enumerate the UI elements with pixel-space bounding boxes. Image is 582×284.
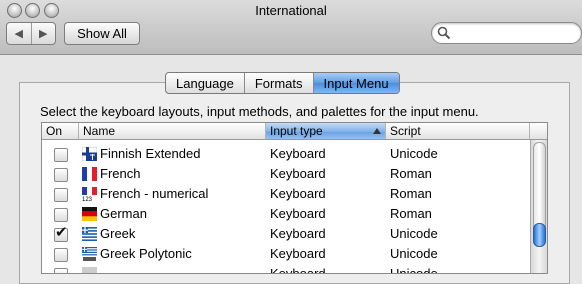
tab-formats[interactable]: Formats xyxy=(245,73,314,93)
row-input-type: Keyboard xyxy=(270,206,326,221)
search-icon xyxy=(437,26,451,40)
sort-ascending-icon xyxy=(373,128,381,134)
row-input-type: Keyboard xyxy=(270,186,326,201)
flag-partial-icon xyxy=(82,267,97,273)
enable-checkbox[interactable] xyxy=(54,248,68,262)
enable-checkbox[interactable] xyxy=(54,208,68,222)
enable-checkbox[interactable] xyxy=(54,168,68,182)
right-arrow-icon: ▶ xyxy=(39,28,48,40)
table-row[interactable]: Finnish Extended Keyboard Unicode xyxy=(42,144,530,164)
row-script: Unicode xyxy=(390,146,438,161)
vertical-scrollbar[interactable] xyxy=(530,140,547,273)
column-input-type-label: Input type xyxy=(270,124,323,138)
row-input-type: Keyboard xyxy=(270,146,326,161)
enable-checkbox[interactable] xyxy=(54,148,68,162)
search-input[interactable] xyxy=(454,25,578,42)
tab-language[interactable]: Language xyxy=(166,73,245,93)
row-script: Unicode xyxy=(390,226,438,241)
tab-input-menu[interactable]: Input Menu xyxy=(313,73,399,93)
back-button[interactable]: ◀ xyxy=(7,23,32,44)
flag-greece-polytonic-icon xyxy=(82,247,97,261)
column-input-type[interactable]: Input type xyxy=(266,123,386,139)
enable-checkbox[interactable]: ✔ xyxy=(54,224,68,242)
table-row[interactable]: French Keyboard Roman xyxy=(42,164,530,184)
column-on[interactable]: On xyxy=(42,123,79,139)
enable-checkbox[interactable] xyxy=(54,188,68,202)
search-field[interactable] xyxy=(431,22,582,44)
row-script: Roman xyxy=(390,166,432,181)
flag-greece-icon xyxy=(82,227,97,241)
left-arrow-icon: ◀ xyxy=(14,28,23,40)
flag-france-numerical-icon: 123 xyxy=(82,187,97,201)
input-sources-table: On Name Input type Script Finnish Extend… xyxy=(41,122,548,274)
table-row[interactable]: Greek Polytonic Keyboard Unicode xyxy=(42,244,530,264)
row-name: Finnish Extended xyxy=(100,146,201,161)
row-input-type: Keyboard xyxy=(270,226,326,241)
nav-buttons: ◀ ▶ xyxy=(6,22,56,45)
row-script: Roman xyxy=(390,186,432,201)
forward-button[interactable]: ▶ xyxy=(32,23,56,44)
table-row[interactable]: 123 French - numerical Keyboard Roman xyxy=(42,184,530,204)
row-name: German xyxy=(100,206,147,221)
table-row[interactable]: ✔ Greek Keyboard Unicode xyxy=(42,224,530,244)
row-script: Unicode xyxy=(390,266,438,274)
window-titlebar: International ◀ ▶ Show All xyxy=(0,0,582,55)
show-all-button[interactable]: Show All xyxy=(64,22,140,45)
row-script: Unicode xyxy=(390,246,438,261)
column-script[interactable]: Script xyxy=(386,123,530,139)
scrollbar-thumb[interactable] xyxy=(533,223,546,247)
row-name: Greek Polytonic xyxy=(100,246,192,261)
flag-finland-icon xyxy=(82,147,97,161)
tab-bar: Language Formats Input Menu xyxy=(165,72,400,94)
flag-france-icon xyxy=(82,167,97,181)
svg-text:123: 123 xyxy=(82,197,93,201)
row-input-type: Keyboard xyxy=(270,266,326,274)
flag-germany-icon xyxy=(82,207,97,221)
row-name: Greek xyxy=(100,226,136,241)
column-name[interactable]: Name xyxy=(79,123,266,139)
table-row[interactable]: German Keyboard Roman xyxy=(42,204,530,224)
window-title: International xyxy=(255,3,327,18)
table-header: On Name Input type Script xyxy=(42,123,547,140)
row-script: Roman xyxy=(390,206,432,221)
enable-checkbox[interactable] xyxy=(54,268,68,273)
row-input-type: Keyboard xyxy=(270,246,326,261)
checkmark-icon: ✔ xyxy=(55,224,68,241)
table-row[interactable]: Keyboard Unicode xyxy=(42,264,530,274)
row-input-type: Keyboard xyxy=(270,166,326,181)
panel-description: Select the keyboard layouts, input metho… xyxy=(40,104,479,119)
row-name: French - numerical xyxy=(100,186,209,201)
row-name: French xyxy=(100,166,141,181)
